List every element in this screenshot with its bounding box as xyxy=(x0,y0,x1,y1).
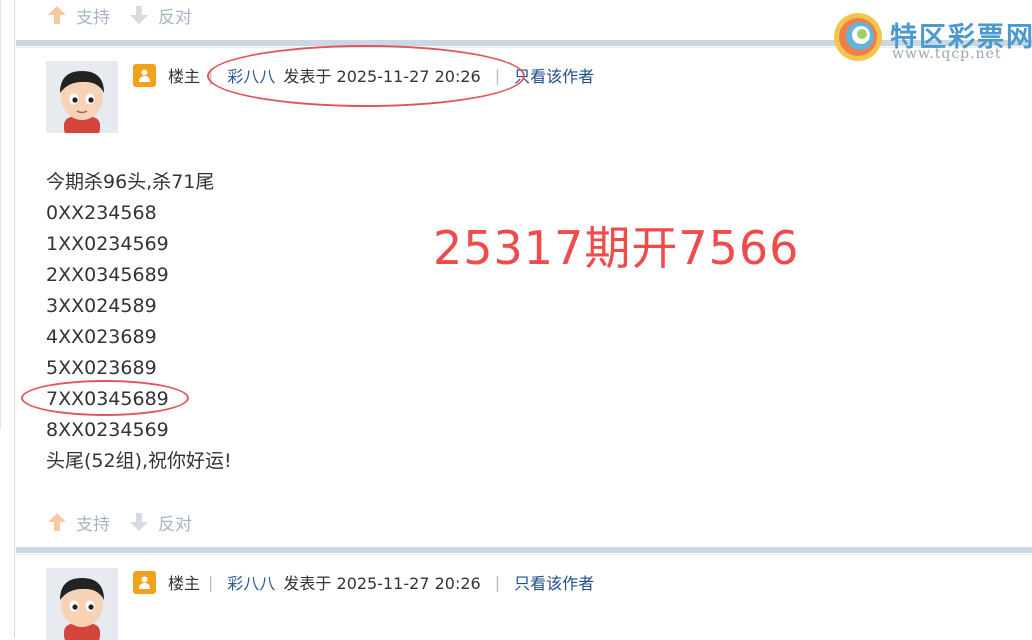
thread-starter-icon xyxy=(133,570,156,594)
thumb-up-arrow-icon xyxy=(48,6,66,24)
post-line: 头尾(52组),祝你好运! xyxy=(46,450,232,472)
draw-result-annotation: 25317期开7566 xyxy=(433,221,800,275)
meta-divider: | xyxy=(494,65,501,85)
support-label: 支持 xyxy=(76,514,110,535)
post-line: 2XX0345689 xyxy=(46,264,169,286)
oppose-label: 反对 xyxy=(158,514,192,535)
meta-divider: | xyxy=(208,65,214,85)
post-meta: 楼主 | 彩八八 发表于 2025-11-27 20:26 | 只看该作者 xyxy=(133,62,594,88)
cartoon-boy-avatar-icon xyxy=(46,61,118,133)
thread-starter-icon xyxy=(133,63,156,87)
cartoon-boy-avatar-icon xyxy=(46,568,118,640)
vote-bar-top: 支持 反对 xyxy=(46,0,210,30)
role-label: 楼主 xyxy=(168,574,201,593)
post-separator xyxy=(16,547,1032,553)
author-link[interactable]: 彩八八 xyxy=(227,570,275,594)
thumb-down-arrow-icon xyxy=(130,513,148,531)
author-avatar[interactable] xyxy=(46,61,118,133)
swirl-logo-icon xyxy=(834,13,882,61)
oppose-button[interactable]: 反对 xyxy=(128,510,192,535)
post-line: 7XX0345689 xyxy=(46,388,169,410)
support-label: 支持 xyxy=(76,7,110,28)
thumb-up-arrow-icon xyxy=(48,513,66,531)
post-timestamp: 发表于 2025-11-27 20:26 xyxy=(283,574,481,593)
thumb-down-arrow-icon xyxy=(130,6,148,24)
role-label: 楼主 xyxy=(168,67,201,86)
author-avatar[interactable] xyxy=(46,568,118,640)
oppose-button[interactable]: 反对 xyxy=(128,3,192,28)
author-link[interactable]: 彩八八 xyxy=(227,63,275,87)
post-line: 1XX0234569 xyxy=(46,233,169,255)
post-line: 8XX0234569 xyxy=(46,419,169,441)
oppose-label: 反对 xyxy=(158,7,192,28)
post-line: 0XX234568 xyxy=(46,202,157,224)
page-left-border xyxy=(0,0,1,430)
watermark-url: www.tqcp.net xyxy=(892,46,1002,62)
thread-left-border xyxy=(14,0,15,638)
post-line: 3XX024589 xyxy=(46,295,157,317)
post-line: 5XX023689 xyxy=(46,357,157,379)
post-line: 4XX023689 xyxy=(46,326,157,348)
post-timestamp: 发表于 2025-11-27 20:26 xyxy=(283,67,481,86)
post-meta: 楼主 | 彩八八 发表于 2025-11-27 20:26 | 只看该作者 xyxy=(133,569,594,595)
post-content: 今期杀96头,杀71尾 0XX234568 1XX0234569 2XX0345… xyxy=(46,167,232,477)
support-button[interactable]: 支持 xyxy=(46,510,110,535)
only-author-link[interactable]: 只看该作者 xyxy=(514,570,594,594)
support-button[interactable]: 支持 xyxy=(46,3,110,28)
vote-bar: 支持 反对 xyxy=(46,507,210,537)
site-watermark: 特区彩票网 www.tqcp.net xyxy=(830,9,1032,65)
post-line: 今期杀96头,杀71尾 xyxy=(46,171,215,193)
meta-divider: | xyxy=(208,572,214,592)
post-separator-line xyxy=(16,554,1032,555)
meta-divider: | xyxy=(494,572,501,592)
only-author-link[interactable]: 只看该作者 xyxy=(514,63,594,87)
